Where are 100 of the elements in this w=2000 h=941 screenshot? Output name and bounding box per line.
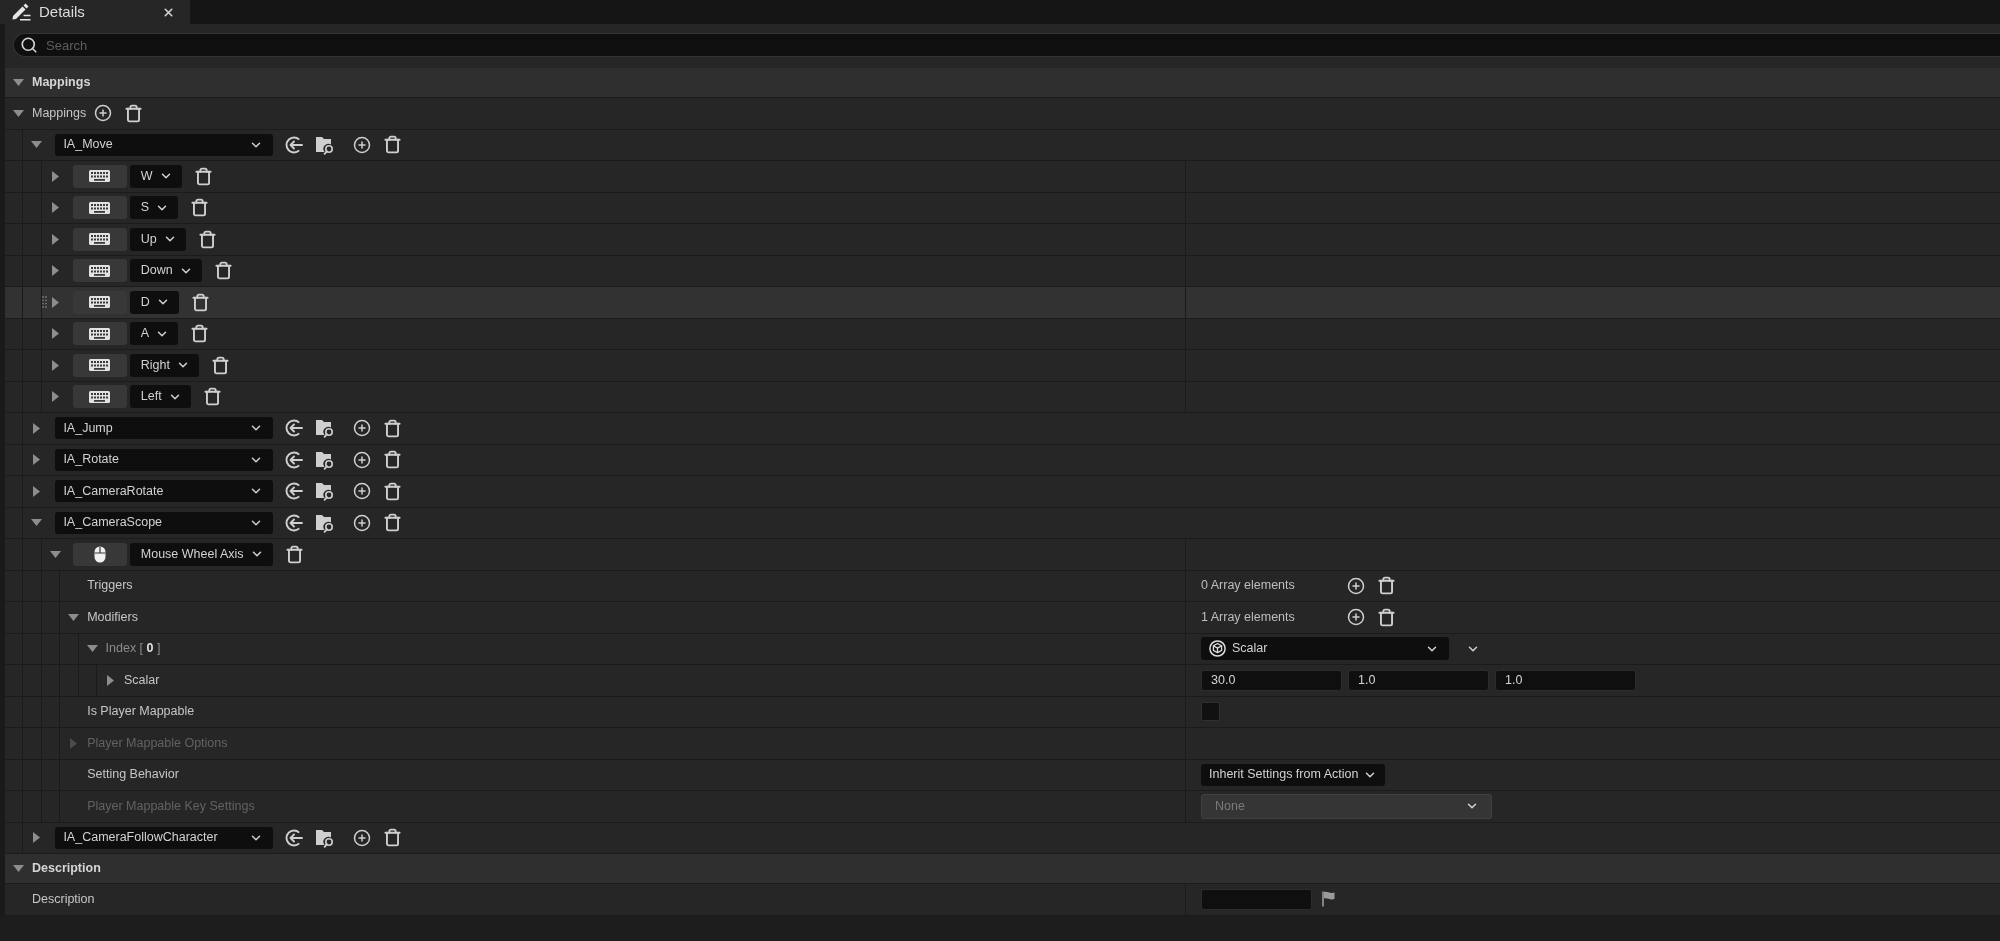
plus-circle-icon[interactable]	[353, 513, 372, 532]
trash-icon[interactable]	[197, 229, 217, 249]
disclosure-triangle-icon[interactable]	[51, 233, 59, 245]
arrow-left-circle-icon[interactable]	[285, 419, 304, 438]
plus-circle-icon[interactable]	[1347, 576, 1365, 595]
disclosure-triangle-icon[interactable]	[33, 832, 41, 844]
trash-icon[interactable]	[383, 481, 403, 501]
trash-icon[interactable]	[284, 544, 304, 564]
disclosure-triangle-icon[interactable]	[13, 109, 24, 117]
trash-icon[interactable]	[190, 324, 210, 344]
input-device-button[interactable]	[72, 290, 127, 314]
input-device-button[interactable]	[72, 542, 127, 566]
keyboard-icon	[89, 296, 111, 309]
action-dropdown[interactable]: IA_Jump	[55, 417, 274, 440]
disclosure-triangle-icon[interactable]	[51, 202, 59, 214]
key-dropdown[interactable]: W	[129, 164, 182, 188]
trash-icon[interactable]	[124, 103, 144, 123]
trash-icon[interactable]	[1377, 576, 1396, 596]
arrow-left-circle-icon[interactable]	[285, 135, 304, 154]
disclosure-triangle-icon[interactable]	[13, 79, 24, 86]
arrow-left-circle-icon[interactable]	[285, 513, 304, 532]
plus-circle-icon[interactable]	[353, 828, 372, 847]
action-dropdown[interactable]: IA_CameraScope	[55, 511, 274, 534]
input-device-button[interactable]	[72, 353, 127, 377]
disclosure-triangle-icon[interactable]	[33, 454, 41, 466]
folder-search-icon[interactable]	[315, 134, 336, 155]
trash-icon[interactable]	[202, 387, 222, 407]
disclosure-triangle-icon[interactable]	[86, 645, 98, 653]
input-device-button[interactable]	[72, 227, 127, 251]
action-dropdown[interactable]: IA_CameraFollowCharacter	[55, 826, 274, 849]
disclosure-triangle-icon[interactable]	[51, 296, 59, 308]
disclosure-triangle-icon[interactable]	[51, 265, 59, 277]
trash-icon[interactable]	[383, 513, 403, 533]
trash-icon[interactable]	[190, 198, 210, 218]
disclosure-triangle-icon[interactable]	[13, 865, 24, 872]
disclosure-triangle-icon[interactable]	[49, 550, 61, 558]
trash-icon[interactable]	[1377, 607, 1396, 627]
input-device-button[interactable]	[72, 385, 127, 409]
folder-search-icon[interactable]	[315, 827, 336, 848]
trash-icon[interactable]	[383, 450, 403, 470]
plus-circle-icon[interactable]	[353, 135, 372, 154]
disclosure-triangle-icon[interactable]	[31, 519, 43, 527]
plus-circle-icon[interactable]	[1347, 608, 1365, 627]
close-icon[interactable]	[162, 5, 175, 19]
key-dropdown[interactable]: Mouse Wheel Axis	[129, 542, 273, 566]
disclosure-triangle-icon[interactable]	[51, 170, 59, 182]
plus-circle-icon[interactable]	[353, 482, 372, 501]
folder-search-icon[interactable]	[315, 512, 336, 533]
folder-search-icon[interactable]	[315, 481, 336, 502]
input-device-button[interactable]	[72, 259, 127, 283]
trash-icon[interactable]	[383, 418, 403, 438]
disclosure-triangle-icon[interactable]	[51, 391, 59, 403]
key-dropdown[interactable]: Down	[129, 259, 202, 283]
checkbox[interactable]	[1201, 702, 1220, 722]
input-device-button[interactable]	[72, 164, 127, 188]
key-dropdown[interactable]: D	[129, 290, 179, 314]
text-field[interactable]	[1201, 888, 1312, 910]
disclosure-triangle-icon[interactable]	[51, 359, 59, 371]
trash-icon[interactable]	[213, 261, 233, 281]
number-field[interactable]: 30.0	[1201, 669, 1342, 691]
trash-icon[interactable]	[383, 828, 403, 848]
category-header-bar[interactable]: Description	[5, 854, 2000, 884]
action-dropdown[interactable]: IA_Move	[55, 133, 274, 156]
drag-handle-icon[interactable]	[41, 296, 47, 309]
plus-circle-icon[interactable]	[94, 104, 113, 123]
key-dropdown[interactable]: A	[129, 322, 179, 346]
folder-search-icon[interactable]	[315, 449, 336, 470]
disclosure-triangle-icon[interactable]	[51, 328, 59, 340]
number-field[interactable]: 1.0	[1495, 669, 1636, 691]
input-device-button[interactable]	[72, 322, 127, 346]
trash-icon[interactable]	[193, 166, 213, 186]
trash-icon[interactable]	[210, 355, 230, 375]
plus-circle-icon[interactable]	[353, 450, 372, 469]
enum-dropdown[interactable]: Inherit Settings from Action	[1201, 763, 1386, 786]
property-label: Index [ 0 ]	[105, 640, 161, 658]
trash-icon[interactable]	[383, 135, 403, 155]
folder-search-icon[interactable]	[315, 418, 336, 439]
disclosure-triangle-icon[interactable]	[31, 141, 43, 149]
input-device-button[interactable]	[72, 196, 127, 220]
key-dropdown[interactable]: Right	[129, 353, 199, 377]
disclosure-triangle-icon[interactable]	[33, 485, 41, 497]
key-dropdown[interactable]: Up	[129, 227, 186, 251]
modifier-dropdown[interactable]: Scalar	[1201, 637, 1449, 661]
category-header-bar[interactable]: Mappings	[5, 68, 2000, 98]
trash-icon[interactable]	[190, 292, 210, 312]
disclosure-triangle-icon[interactable]	[33, 422, 41, 434]
action-dropdown[interactable]: IA_CameraRotate	[55, 480, 274, 503]
key-dropdown[interactable]: Left	[129, 385, 191, 409]
arrow-left-circle-icon[interactable]	[285, 482, 304, 501]
search-field[interactable]: Search	[13, 33, 2000, 57]
arrow-left-circle-icon[interactable]	[285, 450, 304, 469]
action-dropdown[interactable]: IA_Rotate	[55, 448, 274, 471]
plus-circle-icon[interactable]	[353, 419, 372, 438]
flag-icon[interactable]	[1322, 891, 1335, 908]
disclosure-triangle-icon[interactable]	[68, 613, 80, 621]
key-dropdown[interactable]: S	[129, 196, 179, 220]
details-tab[interactable]: Details	[0, 0, 190, 24]
number-field[interactable]: 1.0	[1348, 669, 1489, 691]
arrow-left-circle-icon[interactable]	[285, 828, 304, 847]
disclosure-triangle-icon[interactable]	[106, 674, 114, 686]
